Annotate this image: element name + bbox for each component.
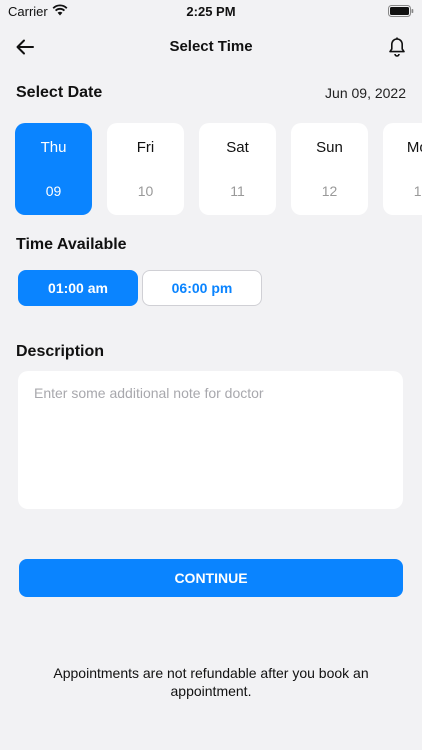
date-card-day: Sun bbox=[316, 139, 343, 156]
date-card-sat[interactable]: Sat 11 bbox=[199, 123, 276, 215]
time-slot-button[interactable]: 06:00 pm bbox=[142, 270, 262, 306]
page-title: Select Time bbox=[169, 38, 253, 55]
refund-policy-note: Appointments are not refundable after yo… bbox=[53, 665, 369, 699]
bell-icon[interactable] bbox=[386, 36, 408, 58]
date-card-num: 10 bbox=[137, 183, 154, 199]
time-available-heading: Time Available bbox=[16, 236, 127, 253]
selected-date-label: Jun 09, 2022 bbox=[325, 85, 406, 101]
date-card-day: Sat bbox=[226, 139, 249, 156]
date-card-thu[interactable]: Thu 09 bbox=[15, 123, 92, 215]
date-card-num: 13 bbox=[413, 183, 422, 199]
description-heading: Description bbox=[16, 343, 105, 360]
date-card-num: 11 bbox=[230, 183, 245, 199]
nav-bar: Select Time bbox=[0, 30, 422, 64]
date-card-num: 12 bbox=[321, 183, 338, 199]
date-card-day: Thu bbox=[40, 139, 67, 156]
select-date-heading: Select Date bbox=[16, 84, 103, 101]
status-bar: Carrier 2:25 PM bbox=[0, 0, 422, 22]
continue-button[interactable]: CONTINUE bbox=[19, 559, 403, 597]
time-slot-button[interactable]: 01:00 am bbox=[18, 270, 138, 306]
date-card-mon[interactable]: Mon 13 bbox=[383, 123, 422, 215]
date-card-sun[interactable]: Sun 12 bbox=[291, 123, 368, 215]
date-strip[interactable]: Thu 09 Fri 10 Sat 11 Sun 12 Mon 13 bbox=[15, 123, 422, 215]
date-card-day: Mon bbox=[406, 139, 422, 156]
date-card-fri[interactable]: Fri 10 bbox=[107, 123, 184, 215]
date-card-day: Fri bbox=[136, 139, 155, 156]
description-input[interactable] bbox=[18, 371, 403, 509]
select-time-screen: Carrier 2:25 PM Select Time Select Date … bbox=[0, 0, 422, 750]
date-card-num: 09 bbox=[45, 183, 62, 199]
battery-icon bbox=[388, 5, 414, 17]
status-time: 2:25 PM bbox=[186, 4, 236, 19]
